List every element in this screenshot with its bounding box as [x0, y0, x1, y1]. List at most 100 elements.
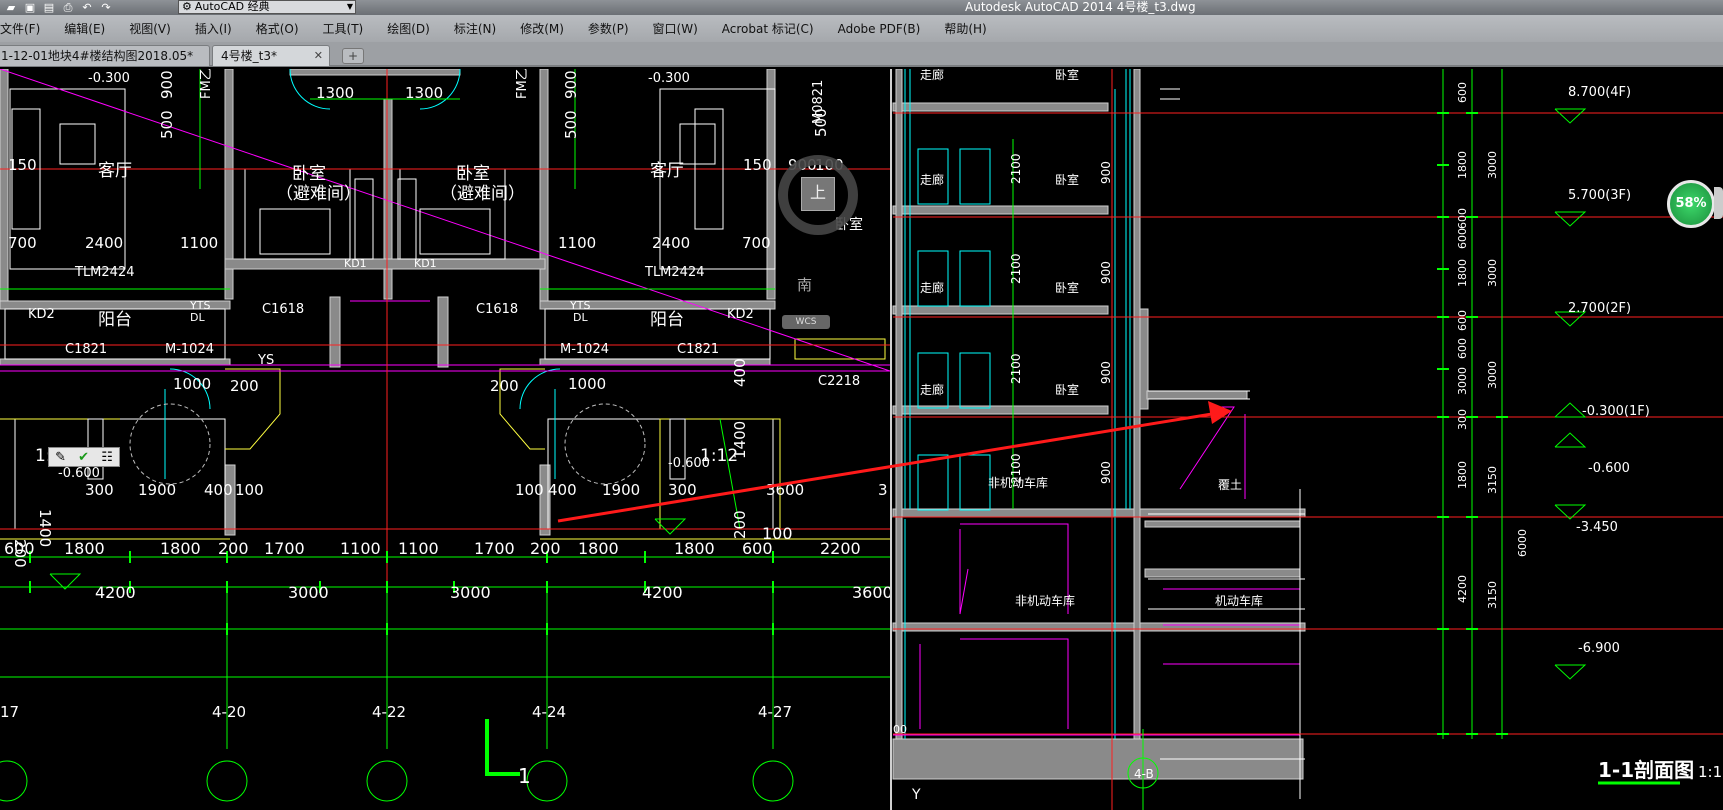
menu-draw[interactable]: 绘图(D)	[375, 20, 442, 37]
close-icon[interactable]: ✕	[314, 46, 323, 66]
menu-window[interactable]: 窗口(W)	[641, 20, 710, 37]
menu-format[interactable]: 格式(O)	[244, 20, 311, 37]
window-label: C1618	[476, 302, 518, 317]
dim-text: 3000	[1456, 367, 1469, 395]
room-label: 走廊	[920, 69, 944, 82]
dim-text: 1900	[138, 481, 176, 499]
dim-text: 1800	[1456, 461, 1469, 489]
tab-document-1[interactable]: 1-12-01地块4#楼结构图2018.05*	[0, 45, 210, 66]
title-bar: ▰ ▣ ▤ ⎙ ↶ ↷ ⚙ AutoCAD 经典 ▼ Autodesk Auto…	[0, 0, 1723, 15]
dim-text: 1300	[316, 84, 354, 102]
axis-label: 4-22	[372, 703, 406, 721]
edit-icon[interactable]: ✎	[55, 450, 66, 465]
menu-view[interactable]: 视图(V)	[117, 20, 183, 37]
menu-edit[interactable]: 编辑(E)	[52, 20, 117, 37]
menu-file[interactable]: 文件(F)	[0, 20, 52, 37]
elevation-label: -0.600	[58, 466, 100, 481]
dim-text: 1000	[173, 375, 211, 393]
elevation-label: 8.700(4F)	[1568, 85, 1631, 100]
dim-text: 100	[515, 481, 544, 499]
dim-text: 200	[530, 539, 561, 558]
label: FM乙0	[199, 69, 214, 99]
menu-adobe-pdf[interactable]: Adobe PDF(B)	[826, 22, 933, 36]
window-label: C2218	[818, 374, 860, 389]
room-label: 卧室	[456, 164, 490, 184]
dim-text: 2100	[1009, 153, 1023, 184]
dim-text: 4200	[1456, 575, 1469, 603]
print-icon[interactable]: ⎙	[60, 1, 76, 14]
room-label: 卧室	[1055, 382, 1079, 397]
open-icon[interactable]: ▰	[3, 1, 19, 14]
room-label: 卧室	[292, 164, 326, 184]
room-label: 机动车库	[1215, 593, 1263, 608]
dim-text: 3150	[1486, 581, 1499, 609]
dim-text: 100	[235, 481, 264, 499]
app-title: Autodesk AutoCAD 2014 4号楼_t3.dwg	[965, 0, 1196, 14]
tab-document-2[interactable]: 4号楼_t3* ✕	[212, 45, 330, 66]
room-label: （避难间）	[440, 184, 525, 204]
room-label: 阳台	[650, 310, 684, 330]
dim-text: 1100	[340, 539, 381, 558]
dim-text: 400	[548, 481, 577, 499]
dim-text: 3600	[852, 583, 893, 602]
zoom-percent-widget[interactable]: 58%	[1667, 180, 1715, 228]
dim-text: 200	[230, 377, 259, 395]
elevation-label: 5.700(3F)	[1568, 188, 1631, 203]
elevation-label: -3.450	[1576, 520, 1618, 535]
redo-icon[interactable]: ↷	[98, 1, 114, 14]
dim-text: 900	[1099, 361, 1113, 384]
window-label: C1821	[65, 342, 107, 357]
dim-text: 2200	[820, 539, 861, 558]
room-label: 客厅	[650, 161, 684, 181]
room-label: 非机动车库	[1015, 593, 1075, 608]
dim-text: 1100	[558, 234, 596, 252]
door-label: M-1024	[165, 342, 214, 357]
dim-text: 600	[1456, 228, 1469, 249]
viewcube[interactable]: 上	[778, 155, 858, 235]
new-tab-button[interactable]: +	[342, 48, 364, 64]
plus-icon: +	[347, 49, 359, 63]
dim-text: 3	[878, 481, 888, 499]
menu-insert[interactable]: 插入(I)	[183, 20, 244, 37]
elevation-label: -0.300(1F)	[1582, 404, 1650, 419]
undo-icon[interactable]: ↶	[79, 1, 95, 14]
check-icon[interactable]: ✔	[78, 450, 89, 465]
viewcube-top-face[interactable]: 上	[801, 177, 835, 211]
dim-text: 900	[1099, 161, 1113, 184]
save-icon[interactable]: ▣	[22, 1, 38, 14]
wcs-menu[interactable]: WCS	[782, 315, 830, 329]
menu-modify[interactable]: 修改(M)	[508, 20, 576, 37]
room-label: 卧室	[1055, 172, 1079, 187]
save-as-icon[interactable]: ▤	[41, 1, 57, 14]
room-label: 卧室	[1055, 280, 1079, 295]
room-label: 客厅	[98, 161, 132, 181]
door-label: TLM2424	[74, 265, 134, 280]
dim-text: 100	[762, 524, 793, 543]
zoom-widget-handle[interactable]	[1714, 187, 1723, 219]
tab-label: 4号楼_t3*	[221, 49, 277, 63]
window-label: C1618	[262, 302, 304, 317]
dim-text: 500	[158, 110, 176, 139]
dim-text: 2100	[1009, 453, 1023, 484]
door-label: M-1024	[560, 342, 609, 357]
menu-acrobat[interactable]: Acrobat 标记(C)	[710, 20, 826, 37]
menu-dimension[interactable]: 标注(N)	[442, 20, 508, 37]
menu-help[interactable]: 帮助(H)	[932, 20, 998, 37]
window-label: C1821	[677, 342, 719, 357]
dim-text: 200	[490, 377, 519, 395]
floor-plan: 客厅 卧室 （避难间） 卧室 （避难间） 客厅 阳台 阳台 卧室 TLM2424…	[0, 69, 893, 802]
compass-south-label[interactable]: 南	[797, 274, 812, 295]
dim-text: 300	[668, 481, 697, 499]
dim-text: 1800	[64, 539, 105, 558]
drawing-canvas[interactable]: 客厅 卧室 （避难间） 卧室 （避难间） 客厅 阳台 阳台 卧室 TLM2424…	[0, 69, 1723, 810]
gear-icon: ⚙	[182, 0, 192, 13]
chevron-down-icon: ▼	[346, 2, 353, 11]
section-mark: 1	[518, 764, 531, 788]
workspace-select[interactable]: ⚙ AutoCAD 经典 ▼	[178, 0, 356, 14]
menu-parametric[interactable]: 参数(P)	[576, 20, 641, 37]
document-tab-bar: 1-12-01地块4#楼结构图2018.05* 4号楼_t3* ✕ +	[0, 42, 1723, 67]
properties-icon[interactable]: ☷	[101, 450, 113, 465]
menu-tools[interactable]: 工具(T)	[311, 20, 376, 37]
dim-text: 150	[8, 156, 37, 174]
dim-text: 1300	[405, 84, 443, 102]
